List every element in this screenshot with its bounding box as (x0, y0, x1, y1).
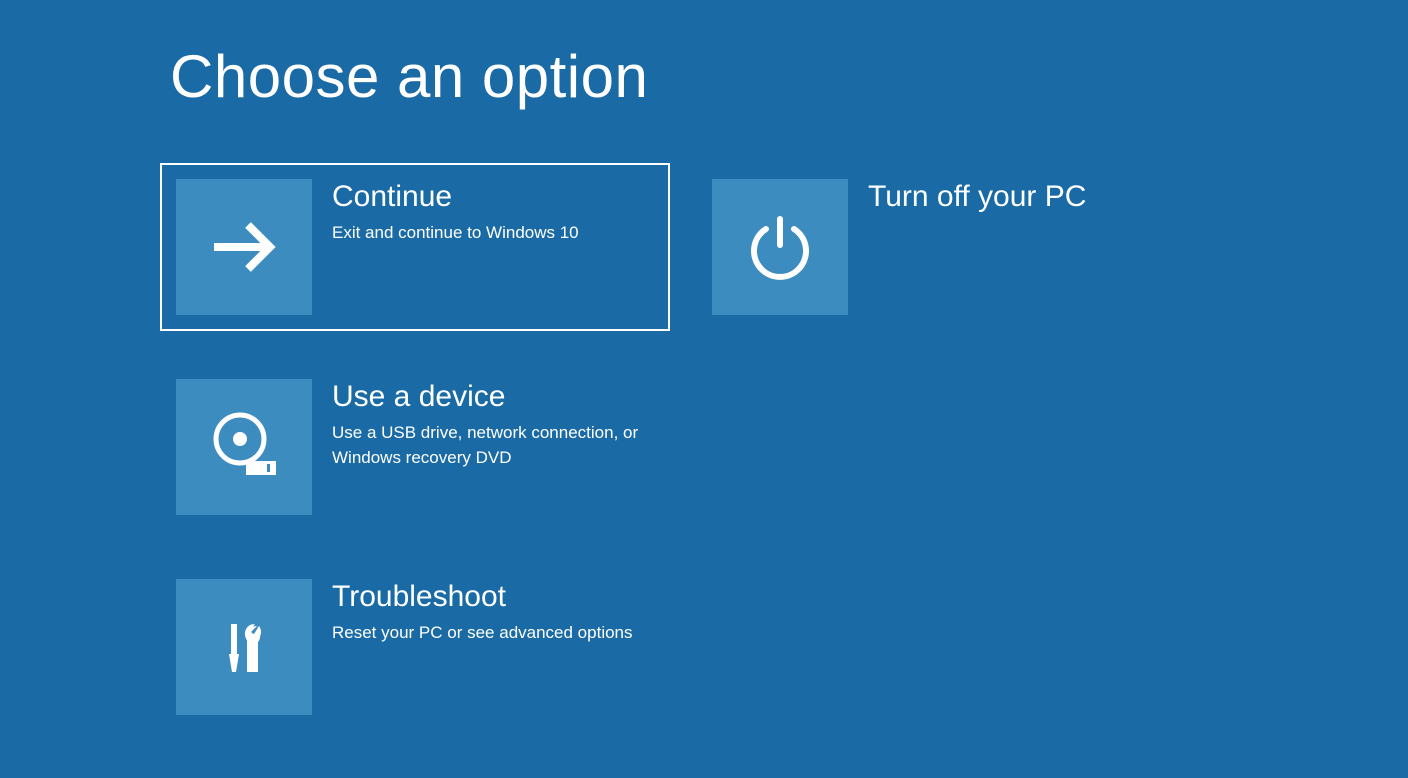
option-continue[interactable]: Continue Exit and continue to Windows 10 (160, 163, 670, 331)
option-desc: Use a USB drive, network connection, or … (332, 421, 654, 470)
tools-icon (176, 579, 312, 715)
option-title: Troubleshoot (332, 579, 654, 615)
empty-cell (696, 363, 1206, 531)
option-turn-off[interactable]: Turn off your PC (696, 163, 1206, 331)
arrow-right-icon (176, 179, 312, 315)
option-title: Continue (332, 179, 654, 215)
option-desc: Exit and continue to Windows 10 (332, 221, 654, 246)
page-title: Choose an option (170, 42, 1408, 111)
option-use-device[interactable]: Use a device Use a USB drive, network co… (160, 363, 670, 531)
options-grid: Continue Exit and continue to Windows 10… (160, 163, 1408, 731)
option-troubleshoot[interactable]: Troubleshoot Reset your PC or see advanc… (160, 563, 670, 731)
disc-usb-icon (176, 379, 312, 515)
option-title: Turn off your PC (868, 179, 1190, 215)
option-title: Use a device (332, 379, 654, 415)
power-icon (712, 179, 848, 315)
option-desc: Reset your PC or see advanced options (332, 621, 654, 646)
